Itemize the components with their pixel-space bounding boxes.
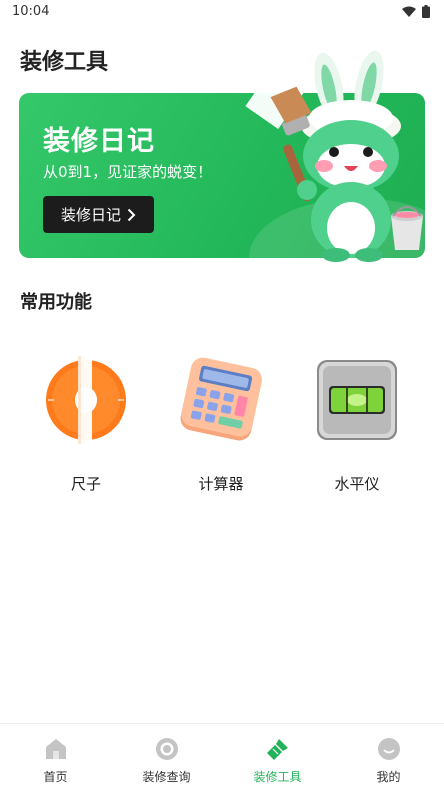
diary-button[interactable]: 装修日记 xyxy=(43,196,154,233)
tool-ruler[interactable]: 尺子 xyxy=(26,345,146,495)
banner-title: 装修日记 xyxy=(43,126,155,157)
nav-query[interactable]: 装修查询 xyxy=(111,732,222,790)
nav-tools[interactable]: 装修工具 xyxy=(222,732,333,790)
page-title: 装修工具 xyxy=(20,50,109,75)
calculator-icon xyxy=(180,357,262,441)
battery-icon xyxy=(422,5,430,18)
bottom-navigation: 首页 装修查询 装修工具 我的 xyxy=(0,723,444,791)
tool-level-label: 水平仪 xyxy=(334,475,380,493)
nav-mine-label: 我的 xyxy=(376,770,401,784)
tool-ruler-label: 尺子 xyxy=(70,475,101,493)
nav-query-label: 装修查询 xyxy=(142,770,191,784)
nav-mine[interactable]: 我的 xyxy=(333,732,444,790)
brush-icon xyxy=(267,739,288,760)
wifi-icon xyxy=(402,6,416,17)
status-bar: 10:04 xyxy=(0,0,444,24)
search-circle-icon xyxy=(156,738,178,760)
tools-grid: 尺子 计算器 水平仪 xyxy=(0,345,444,505)
diary-banner[interactable]: 装修日记 从0到1，见证家的蜕变！ 装修日记 xyxy=(19,50,425,262)
level-icon xyxy=(317,360,397,440)
chevron-right-icon xyxy=(127,208,136,221)
nav-home-label: 首页 xyxy=(43,770,68,784)
tool-level[interactable]: 水平仪 xyxy=(297,345,417,495)
nav-home[interactable]: 首页 xyxy=(0,732,111,790)
diary-button-label: 装修日记 xyxy=(60,206,121,224)
tool-calculator[interactable]: 计算器 xyxy=(161,345,281,495)
home-icon xyxy=(46,739,66,759)
status-icons xyxy=(402,5,430,18)
rabbit-mascot-illustration xyxy=(270,50,423,262)
banner-subtitle: 从0到1，见证家的蜕变！ xyxy=(43,163,213,181)
profile-icon xyxy=(378,738,400,760)
tool-calculator-label: 计算器 xyxy=(198,475,244,493)
status-time: 10:04 xyxy=(12,4,50,19)
nav-tools-label: 装修工具 xyxy=(253,770,302,784)
ruler-icon xyxy=(46,356,126,444)
section-title: 常用功能 xyxy=(20,292,92,313)
